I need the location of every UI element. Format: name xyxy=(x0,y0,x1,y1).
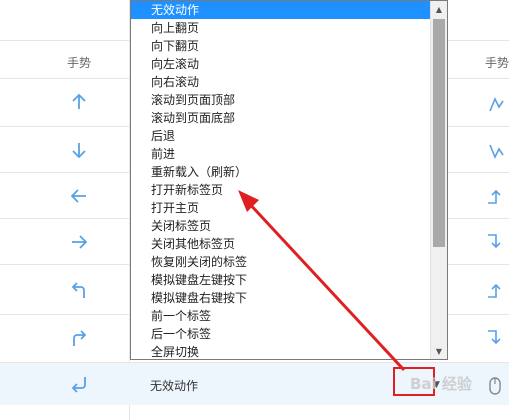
arrow-left-icon xyxy=(56,176,102,216)
dropdown-options: 无效动作 向上翻页 向下翻页 向左滚动 向右滚动 滚动到页面顶部 滚动到页面底部 后退 前进 重新… xyxy=(131,1,431,359)
dropdown-option[interactable]: 全屏切换 xyxy=(131,343,431,359)
arrow-up-icon xyxy=(56,82,102,122)
gesture-turn-down-2-icon xyxy=(481,318,509,358)
dropdown-option[interactable]: 向上翻页 xyxy=(131,19,431,37)
dropdown-option[interactable]: 滚动到页面底部 xyxy=(131,109,431,127)
dropdown-option[interactable]: 滚动到页面顶部 xyxy=(131,91,431,109)
arrow-up-left-turn-icon xyxy=(56,270,102,310)
gesture-down-zigzag-icon xyxy=(481,132,509,172)
dropdown-option[interactable]: 模拟键盘左键按下 xyxy=(131,271,431,289)
dropdown-option[interactable]: 向右滚动 xyxy=(131,73,431,91)
gesture-up-zigzag-icon xyxy=(481,84,509,124)
dropdown-option[interactable]: 向左滚动 xyxy=(131,55,431,73)
mouse-icon xyxy=(481,366,509,406)
scrollbar-thumb[interactable] xyxy=(433,19,445,247)
grid-line xyxy=(448,40,509,41)
dropdown-option[interactable]: 打开新标签页 xyxy=(131,181,431,199)
scroll-up-arrow-icon[interactable]: ▲ xyxy=(431,1,447,17)
dropdown-option[interactable]: 前一个标签 xyxy=(131,307,431,325)
dropdown-option[interactable]: 打开主页 xyxy=(131,199,431,217)
arrow-right-icon xyxy=(56,222,102,262)
dropdown-option[interactable]: 恢复刚关闭的标签 xyxy=(131,253,431,271)
dropdown-option[interactable]: 前进 xyxy=(131,145,431,163)
arrow-up-right-turn-icon xyxy=(56,318,102,358)
arrow-down-left-return-icon xyxy=(56,364,102,404)
dropdown-option[interactable]: 后退 xyxy=(131,127,431,145)
arrow-down-icon xyxy=(56,130,102,170)
dropdown-scrollbar[interactable]: ▲ ▼ xyxy=(430,1,447,359)
dropdown-option[interactable]: 重新载入（刷新） xyxy=(131,163,431,181)
gesture-turn-down-icon xyxy=(481,222,509,262)
dropdown-option[interactable]: 关闭其他标签页 xyxy=(131,235,431,253)
gesture-column-header: 手势 xyxy=(67,56,92,70)
gesture-turn-up-2-icon xyxy=(481,270,509,310)
dropdown-option[interactable]: 向下翻页 xyxy=(131,37,431,55)
scroll-down-arrow-icon[interactable]: ▼ xyxy=(431,343,447,359)
gesture-turn-up-icon xyxy=(481,176,509,216)
grid-line xyxy=(0,40,130,41)
action-select-value[interactable]: 无效动作 xyxy=(150,377,198,394)
dropdown-option[interactable]: 后一个标签 xyxy=(131,325,431,343)
action-dropdown-list[interactable]: 无效动作 向上翻页 向下翻页 向左滚动 向右滚动 滚动到页面顶部 滚动到页面底部 后退 前进 重新… xyxy=(130,0,448,360)
dropdown-option[interactable]: 关闭标签页 xyxy=(131,217,431,235)
dropdown-option[interactable]: 模拟键盘右键按下 xyxy=(131,289,431,307)
dropdown-option[interactable]: 无效动作 xyxy=(131,1,431,19)
gesture-column-header-right: 手势 xyxy=(485,56,509,70)
watermark-text: Bai 经验 xyxy=(410,375,472,393)
